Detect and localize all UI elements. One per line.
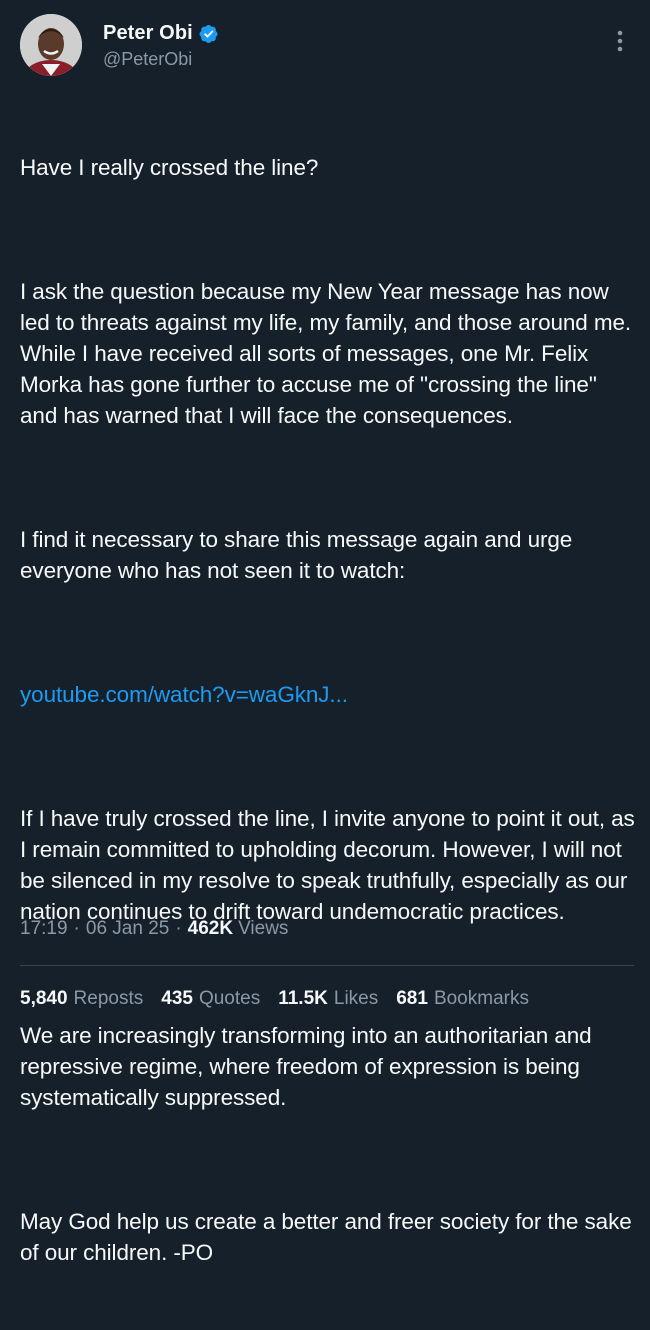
divider (20, 965, 634, 966)
tweet-time[interactable]: 17:19 (20, 918, 68, 940)
reposts-count: 5,840 (20, 988, 68, 1009)
bookmarks-count: 681 (396, 988, 428, 1009)
meta-separator: · (175, 918, 182, 939)
author-display-name[interactable]: Peter Obi (103, 22, 193, 45)
verified-badge-icon (199, 24, 219, 44)
author-handle[interactable]: @PeterObi (103, 49, 219, 70)
youtube-link[interactable]: youtube.com/watch?v=waGknJ... (20, 682, 348, 707)
tweet-paragraph-4: If I have truly crossed the line, I invi… (20, 806, 641, 924)
more-vertical-icon[interactable] (610, 28, 630, 54)
views-count: 462K (187, 918, 234, 939)
bookmarks-stat[interactable]: 681 Bookmarks (396, 988, 529, 1010)
tweet-link-paragraph: youtube.com/watch?v=waGknJ... (20, 679, 636, 710)
tweet-paragraph-3: I find it necessary to share this messag… (20, 527, 579, 583)
reposts-label: Reposts (73, 988, 144, 1009)
likes-stat[interactable]: 11.5K Likes (278, 988, 378, 1010)
bookmarks-label: Bookmarks (433, 988, 529, 1009)
quotes-count: 435 (161, 988, 193, 1009)
tweet-stats: 5,840 Reposts 435 Quotes 11.5K Likes 681 Boo… (20, 988, 547, 1010)
tweet-date[interactable]: 06 Jan 25 (86, 918, 169, 940)
avatar[interactable] (20, 14, 82, 76)
tweet-header: Peter Obi @PeterObi (20, 14, 630, 78)
quotes-label: Quotes (198, 988, 261, 1009)
meta-separator: · (73, 918, 80, 939)
tweet-paragraph-1: Have I really crossed the line? (20, 155, 319, 180)
likes-count: 11.5K (278, 988, 328, 1009)
views-label: Views (238, 918, 289, 939)
quotes-stat[interactable]: 435 Quotes (161, 988, 260, 1010)
tweet-text: Have I really crossed the line? I ask th… (20, 90, 636, 1330)
tweet-paragraph-5: We are increasingly transforming into an… (20, 1023, 598, 1110)
tweet-meta: 17:19 · 06 Jan 25 · 462K Views (20, 918, 288, 940)
author-names: Peter Obi @PeterObi (103, 22, 219, 70)
tweet-paragraph-6: May God help us create a better and free… (20, 1209, 638, 1265)
tweet-paragraph-2: I ask the question because my New Year m… (20, 279, 638, 428)
likes-label: Likes (333, 988, 379, 1009)
reposts-stat[interactable]: 5,840 Reposts (20, 988, 143, 1010)
